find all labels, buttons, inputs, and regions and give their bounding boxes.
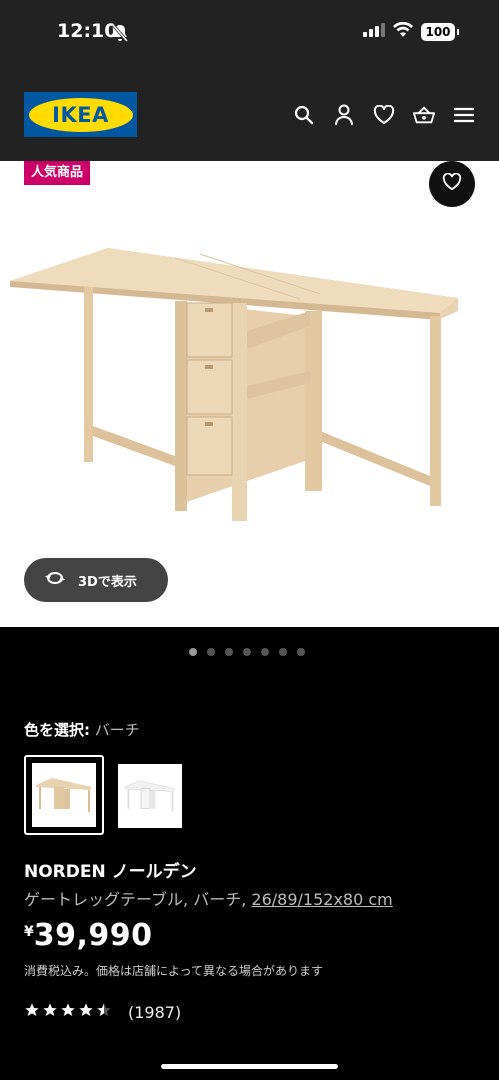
white-thumbnail xyxy=(124,780,176,812)
star-icon xyxy=(24,1002,40,1022)
selected-color-name: バーチ xyxy=(94,721,140,739)
bell-muted-icon xyxy=(111,24,129,46)
basket-icon[interactable] xyxy=(413,104,435,126)
add-to-wishlist-button[interactable] xyxy=(429,161,475,207)
popular-badge: 人気商品 xyxy=(24,161,91,185)
account-icon[interactable] xyxy=(333,104,355,126)
product-price: ¥ 39,990 xyxy=(24,918,153,953)
color-selector-label: 色を選択: バーチ xyxy=(24,719,140,740)
rotate-3d-icon xyxy=(44,570,66,590)
status-time: 12:10 xyxy=(57,20,118,42)
menu-icon[interactable] xyxy=(453,104,475,126)
image-pager[interactable] xyxy=(189,648,305,656)
heart-icon xyxy=(442,172,462,195)
pager-dot[interactable] xyxy=(261,648,269,656)
heart-icon[interactable] xyxy=(373,104,395,126)
wifi-icon xyxy=(393,21,413,41)
color-select-prefix: 色を選択: xyxy=(24,721,90,739)
view-3d-label: 3Dで表示 xyxy=(78,574,137,590)
color-swatch-white[interactable] xyxy=(118,764,182,828)
price-amount: 39,990 xyxy=(33,918,153,953)
product-description: ゲートレッグテーブル, バーチ, 26/89/152x80 cm xyxy=(24,886,393,910)
tax-note: 消費税込み。価格は店舗によって異なる場合があります xyxy=(24,964,324,978)
status-bar: 12:10 100 xyxy=(0,0,499,68)
logo-text: IKEA xyxy=(52,102,109,127)
battery-indicator: 100 xyxy=(421,22,459,41)
star-half-icon xyxy=(96,1002,112,1022)
product-dimensions-link[interactable]: 26/89/152x80 cm xyxy=(251,890,392,909)
ikea-logo[interactable]: IKEA xyxy=(24,92,137,137)
color-swatch-birch[interactable] xyxy=(24,755,104,835)
pager-dot[interactable] xyxy=(279,648,287,656)
home-indicator xyxy=(161,1064,338,1069)
pager-dot[interactable] xyxy=(243,648,251,656)
birch-thumbnail xyxy=(36,778,92,812)
pager-dot[interactable] xyxy=(207,648,215,656)
product-image-gallery[interactable]: 人気商品 3Dで表示 xyxy=(0,161,499,627)
product-type: ゲートレッグテーブル, バーチ, xyxy=(24,890,247,909)
pager-dot[interactable] xyxy=(297,648,305,656)
pager-dot[interactable] xyxy=(225,648,233,656)
star-icon xyxy=(60,1002,76,1022)
site-header: IKEA xyxy=(0,68,499,161)
product-image xyxy=(10,248,458,521)
pager-dot[interactable] xyxy=(189,648,197,656)
review-count[interactable]: (1987) xyxy=(128,1003,181,1022)
signal-icon xyxy=(363,22,385,41)
product-name: NORDEN ノールデン xyxy=(24,862,197,882)
star-icon xyxy=(78,1002,94,1022)
price-currency: ¥ xyxy=(24,924,34,940)
search-icon[interactable] xyxy=(293,104,315,126)
view-3d-button[interactable]: 3Dで表示 xyxy=(24,558,168,602)
product-rating[interactable]: (1987) xyxy=(24,1002,181,1022)
star-icon xyxy=(42,1002,58,1022)
